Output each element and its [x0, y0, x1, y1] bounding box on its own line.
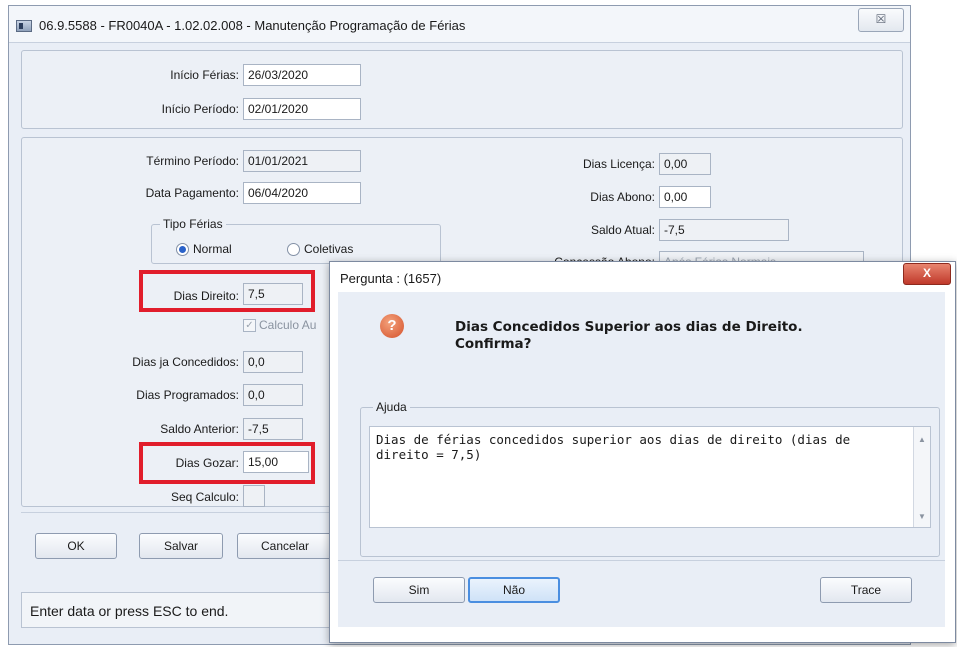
termino-periodo-input[interactable]: 01/01/2021	[243, 150, 361, 172]
help-legend: Ajuda	[373, 400, 410, 414]
dialog-title-bar: Pergunta : (1657) X	[330, 262, 955, 292]
dias-abono-label: Dias Abono:	[590, 190, 655, 204]
dialog-body: ? Dias Concedidos Superior aos dias de D…	[338, 292, 945, 627]
dias-licenca-label: Dias Licença:	[582, 157, 655, 171]
saldo-anterior-label: Saldo Anterior:	[160, 422, 239, 436]
scroll-down-icon[interactable]: ▼	[918, 512, 926, 521]
inicio-ferias-input[interactable]: 26/03/2020	[243, 64, 361, 86]
radio-normal[interactable]: Normal	[176, 242, 232, 256]
help-group: Ajuda Dias de férias concedidos superior…	[360, 400, 940, 557]
radio-unselected-icon	[287, 242, 300, 256]
inicio-periodo-label: Início Período:	[161, 102, 239, 116]
calculo-auto-label: Calculo Au	[259, 318, 317, 332]
radio-normal-label: Normal	[193, 242, 232, 256]
ok-button[interactable]: OK	[35, 533, 117, 559]
termino-periodo-label: Término Período:	[146, 154, 239, 168]
dialog-message: Dias Concedidos Superior aos dias de Dir…	[455, 319, 803, 353]
dias-ja-concedidos-input[interactable]: 0,0	[243, 351, 303, 373]
dias-licenca-input[interactable]: 0,00	[659, 153, 711, 175]
dias-abono-input[interactable]: 0,00	[659, 186, 711, 208]
app-window-icon	[16, 20, 32, 32]
title-bar: 06.9.5588 - FR0040A - 1.02.02.008 - Manu…	[9, 6, 910, 43]
saldo-atual-input[interactable]: -7,5	[659, 219, 789, 241]
trace-button[interactable]: Trace	[820, 577, 912, 603]
help-scrollbar[interactable]: ▲ ▼	[913, 427, 930, 527]
calculo-auto-checkbox[interactable]: ✓ Calculo Au	[243, 318, 316, 332]
dias-gozar-highlight	[139, 442, 315, 484]
dialog-message-line2: Confirma?	[455, 336, 532, 352]
help-textarea[interactable]: Dias de férias concedidos superior aos d…	[369, 426, 931, 528]
radio-selected-icon	[176, 242, 189, 256]
dias-ja-concedidos-label: Dias ja Concedidos:	[132, 355, 239, 369]
scroll-up-icon[interactable]: ▲	[918, 435, 926, 444]
sim-button[interactable]: Sim	[373, 577, 465, 603]
help-text: Dias de férias concedidos superior aos d…	[376, 432, 851, 462]
seq-calculo-input[interactable]	[243, 485, 265, 507]
dias-direito-highlight	[139, 270, 315, 312]
close-button[interactable]: ☒	[858, 8, 904, 32]
seq-calculo-label: Seq Calculo:	[170, 490, 239, 504]
question-icon: ?	[380, 314, 404, 338]
period-group	[21, 50, 903, 129]
saldo-anterior-input[interactable]: -7,5	[243, 418, 303, 440]
dias-programados-input[interactable]: 0,0	[243, 384, 303, 406]
nao-button[interactable]: Não	[468, 577, 560, 603]
dialog-title: Pergunta : (1657)	[340, 271, 442, 286]
checkbox-checked-icon: ✓	[243, 318, 256, 332]
question-dialog: Pergunta : (1657) X ? Dias Concedidos Su…	[329, 261, 956, 643]
radio-coletivas[interactable]: Coletivas	[287, 242, 353, 256]
window-title: 06.9.5588 - FR0040A - 1.02.02.008 - Manu…	[39, 18, 466, 33]
cancelar-button[interactable]: Cancelar	[237, 533, 333, 559]
data-pagamento-label: Data Pagamento:	[145, 186, 239, 200]
tipo-ferias-legend: Tipo Férias	[160, 217, 226, 231]
dias-programados-label: Dias Programados:	[136, 388, 239, 402]
inicio-periodo-input[interactable]: 02/01/2020	[243, 98, 361, 120]
radio-coletivas-label: Coletivas	[304, 242, 354, 256]
data-pagamento-input[interactable]: 06/04/2020	[243, 182, 361, 204]
salvar-button[interactable]: Salvar	[139, 533, 223, 559]
dialog-message-line1: Dias Concedidos Superior aos dias de Dir…	[455, 319, 803, 335]
dialog-close-icon[interactable]: X	[903, 263, 951, 285]
saldo-atual-label: Saldo Atual:	[590, 223, 655, 237]
inicio-ferias-label: Início Férias:	[170, 68, 239, 82]
